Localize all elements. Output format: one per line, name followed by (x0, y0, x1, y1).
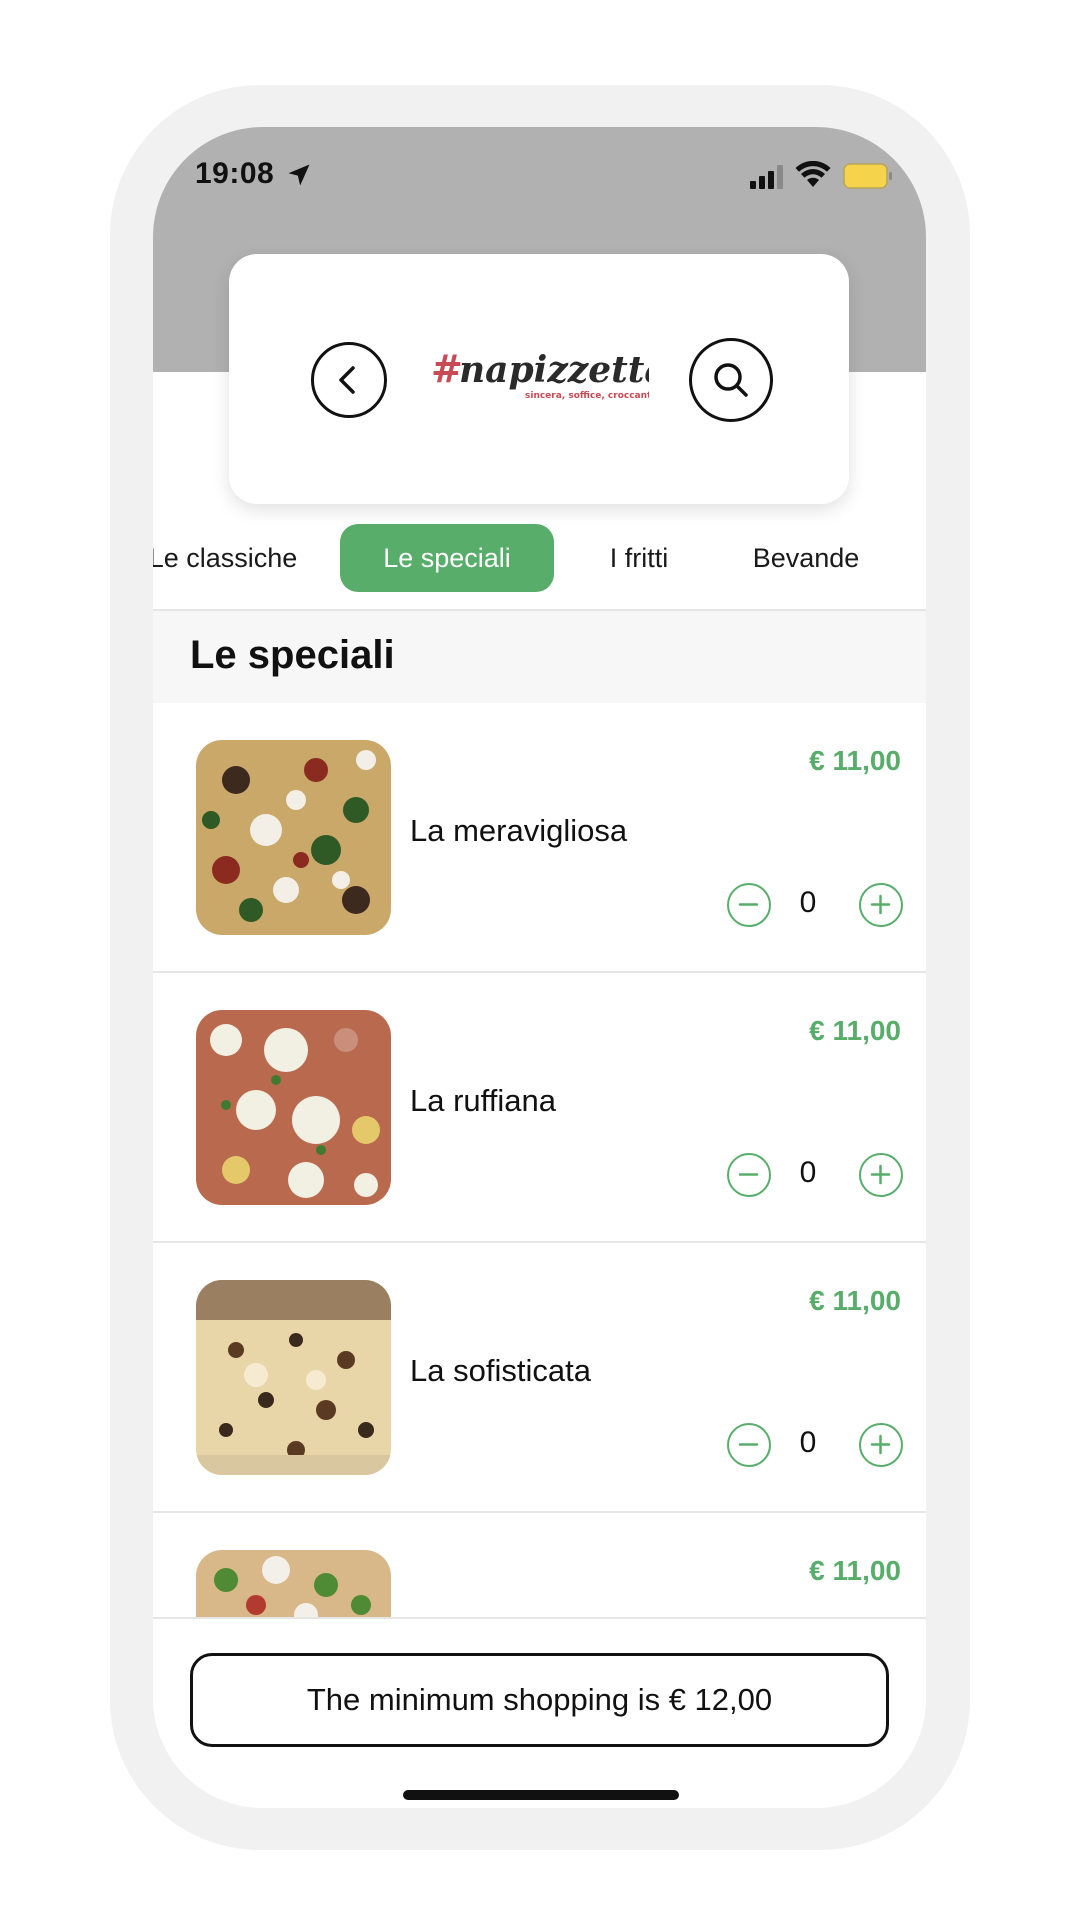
plus-icon (870, 1434, 891, 1455)
svg-text:napizzetta: napizzetta (459, 349, 649, 391)
tab-bevande[interactable]: Bevande (731, 524, 881, 592)
search-button[interactable] (689, 338, 773, 422)
back-button[interactable] (311, 342, 387, 418)
item-name: La ruffiana (410, 1083, 556, 1118)
menu-item[interactable]: La sofisticata € 11,00 0 (153, 1243, 926, 1513)
increase-quantity-button[interactable] (859, 1423, 903, 1467)
item-price: € 11,00 (809, 1285, 901, 1316)
item-name: La meravigliosa (410, 813, 628, 848)
minus-icon (738, 1173, 759, 1176)
section-title: Le speciali (190, 633, 395, 677)
item-price: € 11,00 (809, 1555, 901, 1586)
menu-item[interactable]: La ruffiana € 11,00 0 (153, 973, 926, 1243)
pizza-image (196, 1010, 391, 1205)
napizzetta-logo: # napizzetta sincera, soffice, croccante (431, 346, 649, 401)
tab-i-fritti[interactable]: I fritti (579, 524, 699, 592)
menu-item[interactable]: La meravigliosa € 11,00 0 (153, 703, 926, 973)
quantity-value: 0 (799, 886, 817, 919)
tab-le-speciali[interactable]: Le speciali (340, 524, 554, 592)
home-indicator[interactable] (403, 1790, 679, 1800)
back-arrow-icon (339, 366, 355, 394)
item-name: La sofisticata (410, 1353, 591, 1388)
category-tabs: Le classiche Le speciali I fritti Bevand… (153, 524, 926, 594)
decrease-quantity-button[interactable] (727, 883, 771, 927)
decrease-quantity-button[interactable] (727, 1423, 771, 1467)
plus-icon (870, 894, 891, 915)
increase-quantity-button[interactable] (859, 883, 903, 927)
item-price: € 11,00 (809, 1015, 901, 1046)
bottom-bar: The minimum shopping is € 12,00 (153, 1617, 926, 1808)
decrease-quantity-button[interactable] (727, 1153, 771, 1197)
pizza-image (196, 740, 391, 935)
quantity-value: 0 (799, 1156, 817, 1189)
battery-icon (843, 163, 892, 189)
svg-text:sincera, soffice, croccante: sincera, soffice, croccante (525, 391, 649, 401)
header-card: # napizzetta sincera, soffice, croccante (229, 254, 849, 504)
minus-icon (738, 1443, 759, 1446)
signal-icon (750, 165, 783, 189)
item-price: € 11,00 (809, 745, 901, 776)
status-bar: 19:08 (153, 127, 926, 227)
plus-icon (870, 1164, 891, 1185)
search-icon (714, 363, 748, 397)
minimum-order-button[interactable]: The minimum shopping is € 12,00 (190, 1653, 889, 1747)
quantity-value: 0 (799, 1426, 817, 1459)
tab-le-classiche[interactable]: Le classiche (153, 524, 303, 592)
app-screen: 19:08 # napizzetta sincera, soffice, cro… (153, 127, 926, 1808)
status-time: 19:08 (195, 157, 275, 190)
location-arrow-icon (288, 164, 310, 186)
wifi-icon (795, 161, 831, 187)
increase-quantity-button[interactable] (859, 1153, 903, 1197)
pizza-image (196, 1280, 391, 1475)
minus-icon (738, 903, 759, 906)
section-header: Le speciali (153, 609, 926, 705)
